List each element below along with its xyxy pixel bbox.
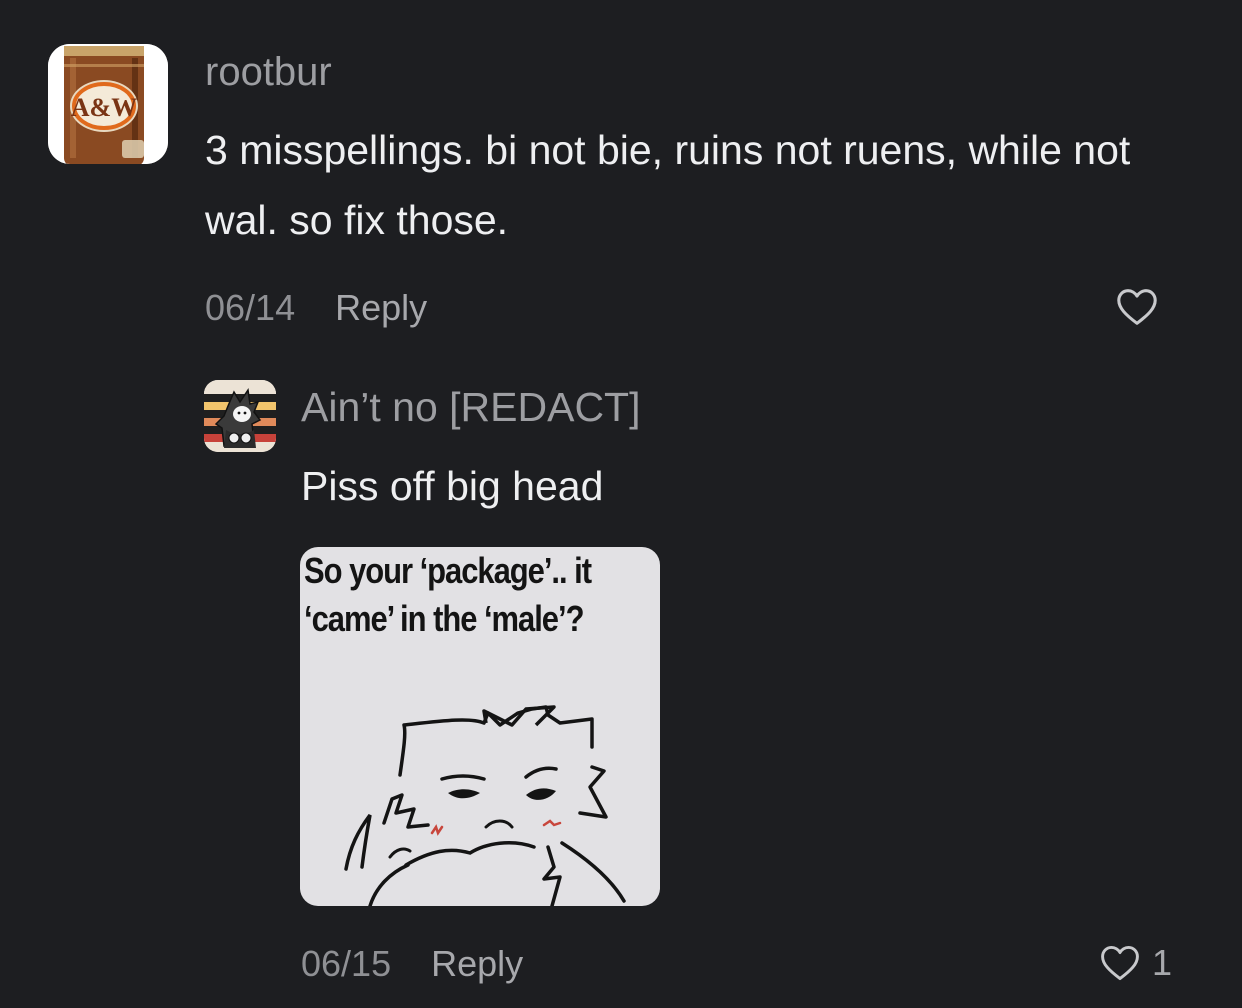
- reply-image[interactable]: So your ‘package’.. it ‘came’ in the ‘ma…: [300, 547, 660, 906]
- meme-caption-line: So your ‘package’.. it: [304, 550, 592, 591]
- comment-username[interactable]: rootbur: [205, 48, 332, 96]
- aw-root-beer-can-avatar: A&W: [48, 44, 168, 164]
- cartoon-creature-avatar: [204, 380, 276, 452]
- heart-outline-icon: [1101, 945, 1139, 981]
- user-avatar-rootbur[interactable]: A&W: [48, 44, 168, 164]
- comment-date: 06/14: [205, 287, 296, 328]
- comment-text: 3 misspellings. bi not bie, ruins not ru…: [205, 127, 1131, 243]
- reply-button[interactable]: Reply: [431, 943, 523, 985]
- reply-date: 06/15: [301, 943, 392, 984]
- avatar-brand-text: A&W: [71, 93, 137, 122]
- reply-username[interactable]: Ain’t no [REDACT]: [301, 382, 641, 432]
- reply-meta: 06/15 Reply: [301, 940, 523, 988]
- user-avatar-reply[interactable]: [204, 380, 276, 452]
- reply-button[interactable]: Reply: [335, 287, 427, 329]
- like-count: 1: [1152, 942, 1173, 983]
- heart-outline-icon: [1117, 289, 1157, 325]
- like-button[interactable]: [1114, 284, 1160, 330]
- like-button[interactable]: 1: [1098, 940, 1172, 986]
- meme-caption: So your ‘package’.. it ‘came’ in the ‘ma…: [304, 547, 660, 643]
- comment-meta: 06/14 Reply: [205, 284, 427, 332]
- reply-text: Piss off big head: [301, 463, 604, 509]
- meme-caption-line: ‘came’ in the ‘male’?: [304, 598, 584, 639]
- comment-thread: A&W rootbur 3 misspellings. bi not bie, …: [0, 0, 1242, 1008]
